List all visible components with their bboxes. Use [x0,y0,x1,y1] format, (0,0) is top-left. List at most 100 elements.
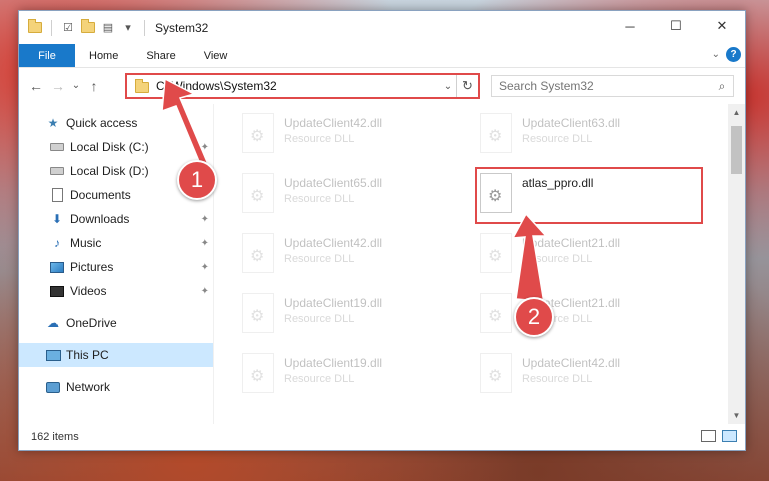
maximize-button[interactable]: ☐ [653,11,699,41]
new-folder-icon[interactable] [80,19,96,36]
tab-view[interactable]: View [190,44,242,67]
window-controls: ─ ☐ ✕ [607,11,745,44]
search-box[interactable]: ⌕ [491,75,734,97]
nav-item-label: Music [70,236,102,250]
up-button[interactable]: ↑ [83,74,105,98]
drive-icon [49,139,65,155]
tab-home[interactable]: Home [75,44,132,67]
documents-icon [49,187,65,203]
back-button[interactable]: ← [25,74,47,98]
scroll-up-icon[interactable]: ▲ [728,104,745,121]
nav-item-label: Downloads [70,212,130,226]
pc-icon [45,347,61,363]
tab-file[interactable]: File [19,44,75,67]
vertical-scrollbar[interactable]: ▲ ▼ [728,104,745,424]
file-item[interactable]: UpdateClient42.dll Resource DLL [242,230,462,282]
nav-item-local-disk-c[interactable]: Local Disk (C:) ✦ [19,135,213,159]
customize-dropdown-icon[interactable]: ▾ [120,20,136,36]
nav-item-network[interactable]: Network [19,375,213,399]
address-bar[interactable]: C:\Windows\System32 ⌄ ↻ [125,73,480,99]
tiles-view-icon[interactable] [722,430,737,442]
pin-icon[interactable]: ✦ [201,286,209,297]
pin-icon[interactable]: ✦ [201,262,209,273]
close-button[interactable]: ✕ [699,11,745,41]
videos-icon [49,283,65,299]
network-icon [45,379,61,395]
file-name: UpdateClient65.dll [284,176,383,190]
title-bar: ☑ ▤ ▾ System32 ─ ☐ ✕ [19,11,745,44]
customize-icon[interactable]: ▤ [100,20,116,36]
folder-icon [135,79,149,93]
file-item[interactable]: UpdateClient42.dll Resource DLL [242,110,462,162]
search-input[interactable] [499,79,711,93]
window-title: System32 [155,20,209,35]
refresh-icon[interactable]: ↻ [456,75,478,97]
minimize-button[interactable]: ─ [607,11,653,41]
forward-button[interactable]: → [47,74,69,98]
scroll-thumb[interactable] [731,126,742,174]
expand-ribbon-icon[interactable]: ⌄ [712,49,720,60]
navigation-pane: ★ Quick access Local Disk (C:) ✦ Local D… [19,104,213,424]
file-type: Resource DLL [284,133,355,145]
nav-item-this-pc[interactable]: This PC [19,343,213,367]
file-name: UpdateClient42.dll [284,116,383,130]
file-item[interactable]: UpdateClient42.dll Resource DLL [480,350,700,402]
onedrive-icon: ☁ [47,316,59,330]
item-count: 162 items [31,431,79,443]
nav-item-pictures[interactable]: Pictures ✦ [19,255,213,279]
step-2-badge: 2 [514,297,554,337]
highlight-box [475,167,703,224]
recent-locations-button[interactable]: ⌄ [69,74,83,98]
nav-item-quick-access[interactable]: ★ Quick access [19,111,213,135]
file-name: UpdateClient21.dll [522,236,621,250]
nav-item-label: This PC [66,348,109,362]
address-path[interactable]: C:\Windows\System32 [156,79,440,93]
pin-icon[interactable]: ✦ [201,238,209,249]
scroll-down-icon[interactable]: ▼ [728,407,745,424]
file-item[interactable]: UpdateClient63.dll Resource DLL [480,110,700,162]
dll-file-icon [242,353,274,393]
dll-file-icon [480,233,512,273]
file-name: UpdateClient19.dll [284,296,383,310]
dll-file-icon [242,113,274,153]
file-item[interactable]: UpdateClient19.dll Resource DLL [242,350,462,402]
step-1-badge: 1 [177,160,217,200]
nav-item-music[interactable]: ♪ Music ✦ [19,231,213,255]
nav-item-label: Network [66,380,111,394]
nav-item-downloads[interactable]: ⬇ Downloads ✦ [19,207,213,231]
pin-icon[interactable]: ✦ [201,142,209,153]
file-type: Resource DLL [284,373,355,385]
dll-file-icon [242,293,274,333]
dll-file-icon [480,293,512,333]
details-view-icon[interactable] [701,430,716,442]
dll-file-icon [242,233,274,273]
file-type: Resource DLL [522,373,593,385]
pin-icon[interactable]: ✦ [201,214,209,225]
nav-item-videos[interactable]: Videos ✦ [19,279,213,303]
file-type: Resource DLL [522,253,593,265]
navigation-bar: ← → ⌄ ↑ C:\Windows\System32 ⌄ ↻ ⌕ [19,67,745,103]
file-item[interactable]: UpdateClient21.dll Resource DLL [480,230,700,282]
help-icon[interactable]: ? [726,47,741,62]
ribbon-tabs: File Home Share View ⌄ ? [19,44,745,67]
file-item[interactable]: UpdateClient21.dllResource DLL [480,290,700,342]
tab-share[interactable]: Share [132,44,189,67]
pictures-icon [49,259,65,275]
drive-icon [49,163,65,179]
search-icon[interactable]: ⌕ [711,79,733,94]
file-list: UpdateClient42.dll Resource DLL UpdateCli… [213,104,745,424]
file-item[interactable]: UpdateClient65.dll Resource DLL [242,170,462,222]
file-type: Resource DLL [284,313,355,325]
file-explorer-window: ☑ ▤ ▾ System32 ─ ☐ ✕ File Home Share Vie… [18,10,746,451]
file-type: Resource DLL [522,133,593,145]
main-content: ★ Quick access Local Disk (C:) ✦ Local D… [19,104,745,424]
nav-item-label: Documents [70,188,131,202]
file-name: UpdateClient42.dll [522,356,621,370]
address-dropdown-icon[interactable]: ⌄ [440,81,456,92]
nav-item-onedrive[interactable]: ☁ OneDrive [19,311,213,335]
properties-icon[interactable]: ☑ [60,20,76,36]
file-item[interactable]: UpdateClient19.dll Resource DLL [242,290,462,342]
view-switcher [701,430,737,442]
downloads-icon: ⬇ [51,212,63,226]
folder-icon[interactable] [27,19,43,36]
